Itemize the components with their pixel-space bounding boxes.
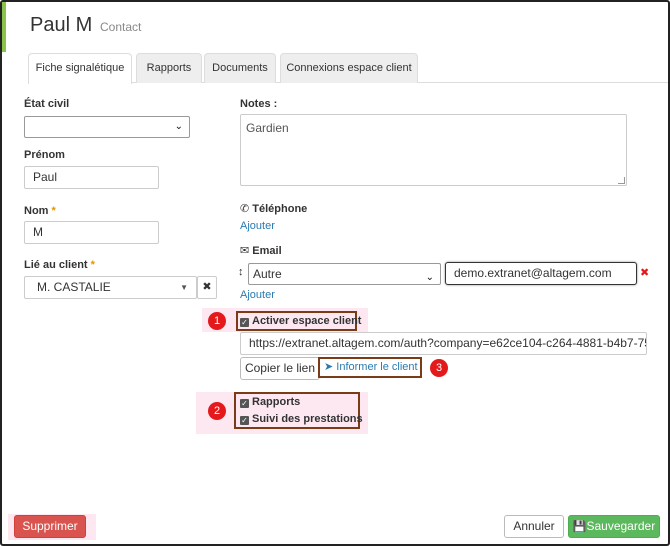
inform-client-button[interactable]: ➤ Informer le client: [324, 360, 418, 373]
email-label: ✉ Email: [240, 245, 282, 257]
copy-link-button[interactable]: Copier le lien: [240, 357, 320, 380]
tab-fiche-signaletique[interactable]: Fiche signalétique: [28, 53, 132, 84]
floppy-disk-icon: 💾: [572, 521, 587, 533]
envelope-icon: ✉: [240, 245, 250, 257]
phone-icon: ✆: [240, 203, 250, 215]
drag-handle-icon[interactable]: ↕: [238, 266, 244, 278]
tab-connexions-espace-client[interactable]: Connexions espace client: [280, 53, 418, 83]
email-type-value: Autre: [253, 267, 282, 281]
lie-client-label: Lié au client *: [24, 259, 95, 271]
tab-bar: Fiche signalétique Rapports Documents Co…: [28, 53, 668, 84]
notes-label: Notes :: [240, 98, 278, 110]
cancel-button[interactable]: Annuler: [504, 515, 564, 538]
add-email-link[interactable]: Ajouter: [240, 289, 275, 301]
espace-client-url-input[interactable]: https://extranet.altagem.com/auth?compan…: [240, 332, 647, 355]
tab-rapports[interactable]: Rapports: [136, 53, 202, 83]
notes-value: Gardien: [246, 121, 289, 135]
caret-down-icon: ▼: [180, 283, 188, 292]
annotation-badge-3: 3: [430, 359, 448, 377]
required-marker: *: [90, 259, 95, 271]
rapports-checkbox[interactable]: ✓ Rapports: [240, 396, 300, 408]
etat-civil-label: État civil: [24, 98, 70, 110]
suivi-prestations-checkbox[interactable]: ✓ Suivi des prestations: [240, 413, 363, 425]
tab-documents[interactable]: Documents: [204, 53, 276, 83]
prenom-label: Prénom: [24, 149, 65, 161]
prenom-input[interactable]: Paul: [24, 166, 159, 189]
email-type-select[interactable]: Autre ⌄: [248, 263, 441, 285]
chevron-down-icon: ⌄: [425, 272, 434, 283]
nom-label: Nom *: [24, 205, 56, 217]
clear-client-button[interactable]: ✖: [197, 276, 217, 299]
add-telephone-link[interactable]: Ajouter: [240, 220, 275, 232]
close-icon: ✖: [202, 281, 212, 293]
lie-client-select[interactable]: M. CASTALIE ▼: [24, 276, 197, 299]
annotation-badge-2: 2: [208, 402, 226, 420]
page-title: Paul M: [30, 14, 93, 36]
contact-window: Paul M Contact Fiche signalétique Rappor…: [0, 0, 670, 546]
save-button[interactable]: 💾Sauvegarder: [568, 515, 660, 538]
activate-espace-client-checkbox[interactable]: ✓ Activer espace client: [240, 315, 361, 327]
page-subtitle: Contact: [100, 20, 142, 34]
checkbox-checked-icon: ✓: [240, 399, 249, 408]
resize-handle-icon[interactable]: [618, 177, 625, 184]
chevron-down-icon: ⌄: [174, 121, 183, 132]
etat-civil-select[interactable]: ⌄: [24, 116, 190, 138]
paper-plane-icon: ➤: [324, 361, 334, 373]
telephone-label: ✆ Téléphone: [240, 203, 308, 215]
remove-email-icon[interactable]: ✖: [640, 266, 649, 279]
annotation-badge-1: 1: [208, 312, 226, 330]
lie-client-value: M. CASTALIE: [37, 280, 111, 294]
nom-input[interactable]: M: [24, 221, 159, 244]
checkbox-checked-icon: ✓: [240, 416, 249, 425]
notes-textarea[interactable]: Gardien: [240, 114, 627, 186]
accent-bar: [2, 2, 6, 52]
email-input[interactable]: demo.extranet@altagem.com: [445, 262, 637, 285]
required-marker: *: [51, 205, 56, 217]
delete-button[interactable]: Supprimer: [14, 515, 86, 538]
checkbox-checked-icon: ✓: [240, 318, 249, 327]
